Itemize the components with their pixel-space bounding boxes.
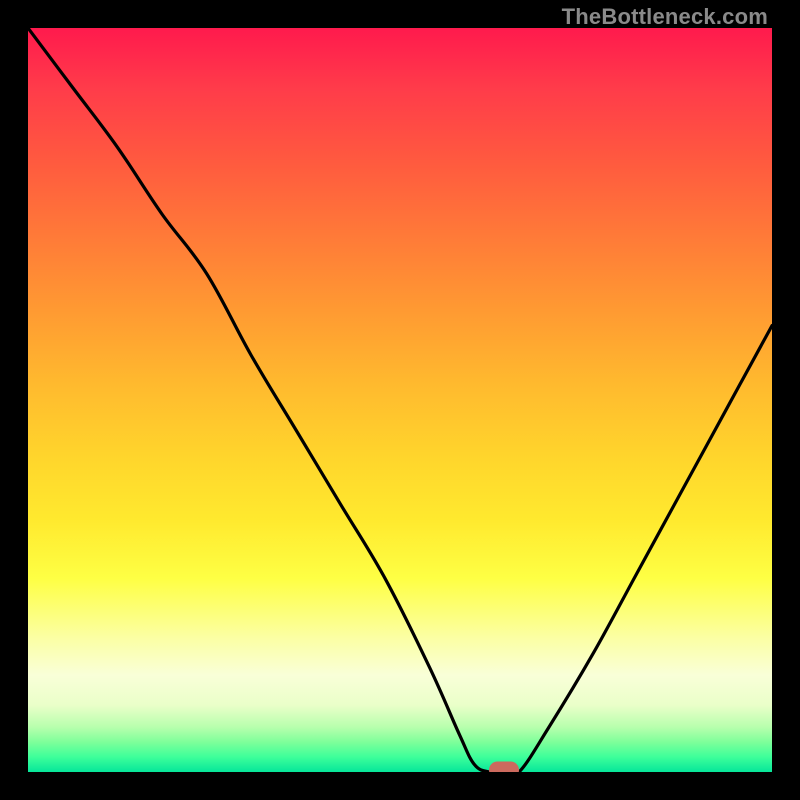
curve-svg [28, 28, 772, 772]
plot-area [28, 28, 772, 772]
watermark-text: TheBottleneck.com [562, 4, 768, 30]
optimum-marker [489, 762, 519, 773]
bottleneck-curve [28, 28, 772, 772]
chart-frame: TheBottleneck.com [0, 0, 800, 800]
